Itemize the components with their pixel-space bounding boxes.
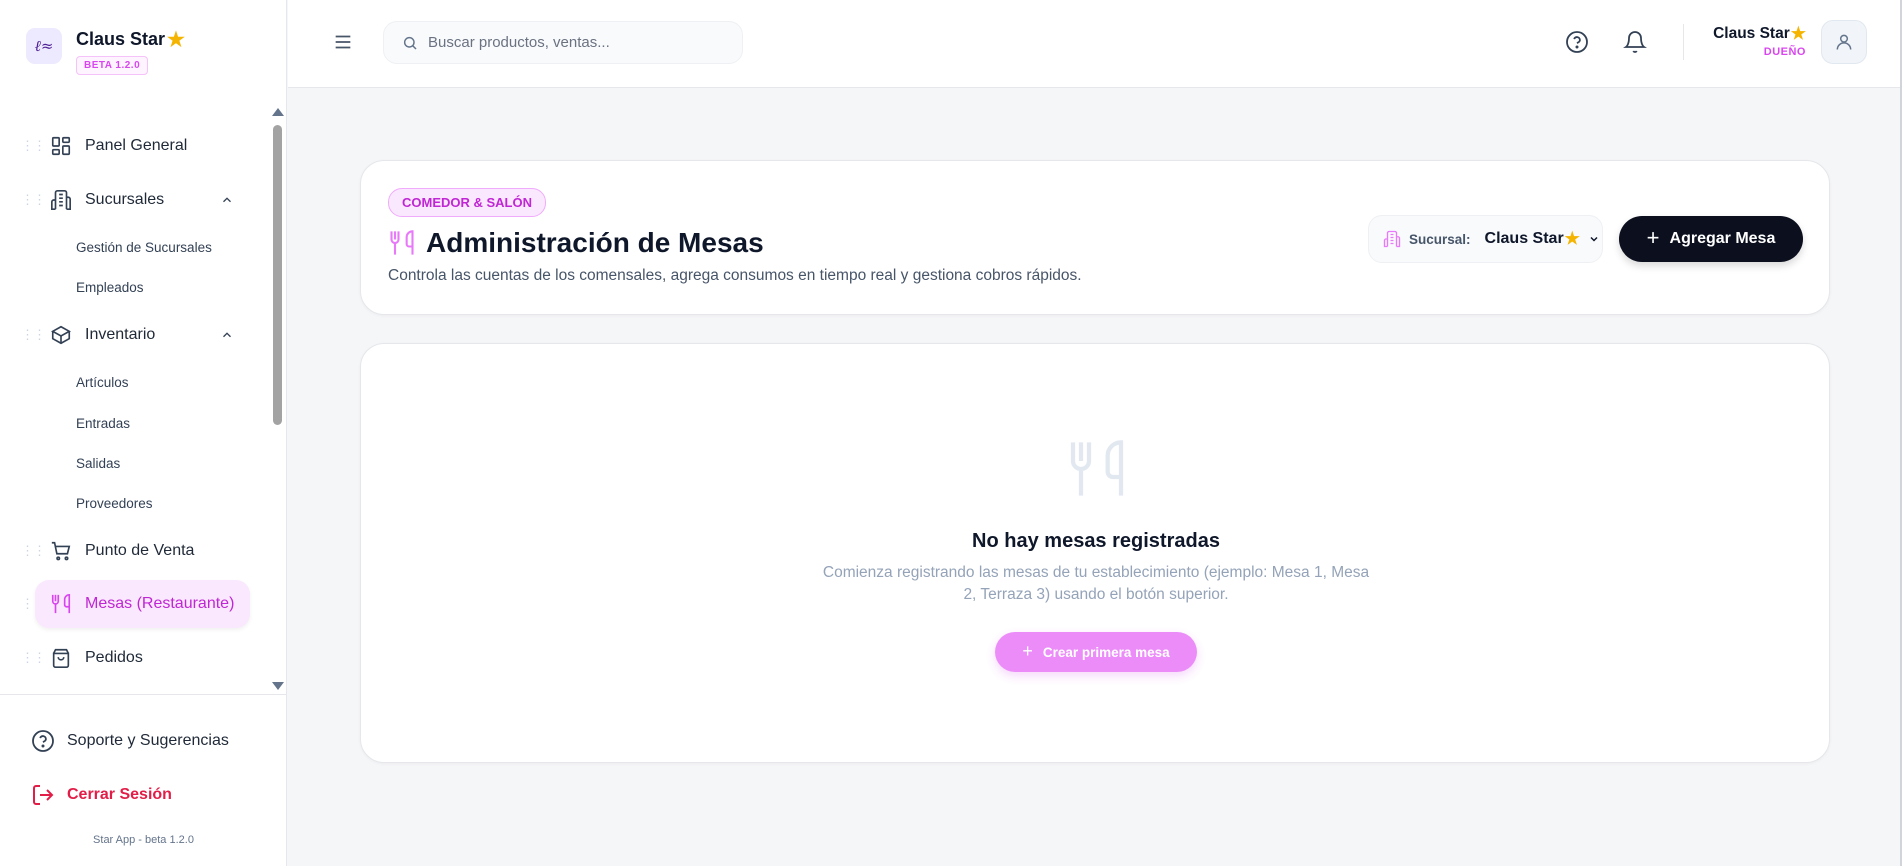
empty-state-title: No hay mesas registradas	[972, 530, 1220, 552]
building-icon	[1383, 230, 1401, 248]
sidebar-item-sucursales[interactable]: ⋮⋮ Sucursales	[0, 176, 268, 224]
plus-icon: +	[1022, 640, 1033, 661]
drag-handle-icon[interactable]: ⋮⋮	[21, 328, 46, 341]
create-first-table-label: Crear primera mesa	[1042, 644, 1170, 660]
user-name: Claus Star	[1713, 25, 1790, 42]
sidebar-footer: Soporte y Sugerencias Cerrar Sesión Star…	[0, 694, 287, 866]
brand[interactable]: ℓ≈ Claus Star ★ BETA 1.2.0	[26, 28, 185, 75]
menu-icon[interactable]	[332, 31, 354, 53]
star-icon: ★	[1790, 24, 1806, 43]
sidebar-item-mesas[interactable]: Mesas (Restaurante)	[35, 580, 250, 628]
empty-state-text: Comienza registrando las mesas de tu est…	[822, 564, 1370, 603]
utensils-icon	[390, 230, 414, 255]
bell-icon[interactable]	[1623, 30, 1647, 54]
drag-handle-icon[interactable]: ⋮⋮	[21, 139, 46, 152]
branch-label: Sucursal:	[1409, 231, 1471, 247]
logout-label: Cerrar Sesión	[67, 786, 172, 803]
sidebar-item-label: Pedidos	[85, 649, 143, 666]
brand-name-row: Claus Star ★	[76, 27, 185, 52]
drag-handle-icon[interactable]: ⋮⋮	[21, 544, 46, 557]
utensils-icon	[1070, 440, 1124, 496]
version-badge: BETA 1.2.0	[76, 56, 149, 75]
user-name-row: Claus Star ★	[1708, 24, 1806, 44]
search-input[interactable]	[428, 34, 728, 51]
utensils-icon	[49, 592, 73, 616]
add-table-button[interactable]: + Agregar Mesa	[1619, 216, 1803, 262]
add-table-label: Agregar Mesa	[1669, 230, 1776, 247]
branch-value: Claus Star	[1484, 230, 1564, 247]
box-icon	[49, 323, 73, 347]
divider	[1683, 24, 1684, 60]
scroll-up-arrow-icon[interactable]	[272, 108, 284, 116]
drag-handle-icon[interactable]: ⋮⋮	[21, 651, 46, 664]
create-first-table-button[interactable]: + Crear primera mesa	[995, 632, 1197, 672]
avatar[interactable]	[1821, 20, 1867, 64]
sidebar-item-label: Mesas (Restaurante)	[85, 595, 235, 612]
sidebar-item-punto-de-venta[interactable]: ⋮⋮ Punto de Venta	[0, 527, 268, 575]
user-icon	[1836, 34, 1852, 50]
star-icon: ★	[167, 29, 185, 51]
sidebar: ℓ≈ Claus Star ★ BETA 1.2.0 ⋮⋮ Panel Gener…	[0, 0, 287, 866]
search-icon	[403, 36, 417, 50]
plus-icon: +	[1646, 225, 1660, 250]
page-description: Controla las cuentas de los comensales, …	[388, 267, 1082, 284]
cart-icon	[49, 539, 73, 563]
search-bar[interactable]	[383, 21, 743, 64]
sidebar-item-label: Punto de Venta	[85, 542, 195, 559]
brand-name: Claus Star	[76, 29, 166, 49]
chevron-up-icon[interactable]	[220, 328, 234, 342]
branch-select[interactable]: Sucursal: Claus Star ★	[1368, 215, 1603, 263]
sidebar-subitem-salidas[interactable]: Salidas	[76, 456, 120, 471]
sidebar-subitem-empleados[interactable]: Empleados	[76, 280, 144, 295]
user-role: DUEÑO	[1763, 46, 1806, 58]
section-tag: COMEDOR & SALÓN	[388, 188, 546, 217]
sidebar-nav: ⋮⋮ Panel General ⋮⋮ Sucursales Gestión d…	[0, 110, 268, 690]
help-icon[interactable]	[1565, 30, 1589, 54]
sidebar-item-label: Panel General	[85, 137, 188, 154]
bag-icon	[49, 646, 73, 670]
sidebar-item-pedidos[interactable]: ⋮⋮ Pedidos	[0, 634, 268, 682]
page-title: Administración de Mesas	[426, 227, 764, 258]
brand-logo: ℓ≈	[26, 28, 62, 64]
building-icon	[49, 188, 73, 212]
logout-icon	[33, 785, 54, 805]
branch-value-row: Claus Star ★	[1485, 229, 1580, 249]
page-header-card: COMEDOR & SALÓN Administración de Mesas …	[360, 160, 1830, 315]
sidebar-subitem-entradas[interactable]: Entradas	[76, 416, 130, 431]
sidebar-item-label: Inventario	[85, 326, 156, 343]
drag-handle-icon[interactable]: ⋮⋮	[21, 193, 46, 206]
support-label: Soporte y Sugerencias	[67, 732, 229, 749]
app-version: Star App - beta 1.2.0	[93, 834, 194, 846]
sidebar-scrollbar[interactable]	[270, 108, 284, 690]
sidebar-item-label: Sucursales	[85, 191, 165, 208]
scroll-down-arrow-icon[interactable]	[272, 682, 284, 690]
page-title-row: Administración de Mesas	[388, 227, 764, 259]
sidebar-subitem-gestion-sucursales[interactable]: Gestión de Sucursales	[76, 240, 212, 255]
support-link[interactable]: Soporte y Sugerencias	[31, 729, 229, 753]
dashboard-icon	[49, 134, 73, 158]
sidebar-item-panel-general[interactable]: ⋮⋮ Panel General	[0, 122, 268, 170]
logout-button[interactable]: Cerrar Sesión	[31, 783, 172, 807]
scroll-thumb[interactable]	[273, 125, 282, 425]
star-icon: ★	[1564, 229, 1580, 248]
sidebar-subitem-proveedores[interactable]: Proveedores	[76, 496, 153, 511]
tables-empty-state: No hay mesas registradas Comienza regist…	[360, 343, 1830, 763]
help-icon	[32, 730, 54, 752]
sidebar-item-inventario[interactable]: ⋮⋮ Inventario	[0, 311, 268, 359]
chevron-down-icon	[1590, 236, 1598, 242]
topbar: Claus Star★ DUEÑO	[288, 0, 1902, 88]
chevron-up-icon[interactable]	[220, 193, 234, 207]
drag-handle-icon[interactable]: ⋮⋮	[21, 597, 46, 610]
sidebar-subitem-articulos[interactable]: Artículos	[76, 375, 129, 390]
user-info[interactable]: Claus Star ★ DUEÑO	[1708, 24, 1806, 58]
